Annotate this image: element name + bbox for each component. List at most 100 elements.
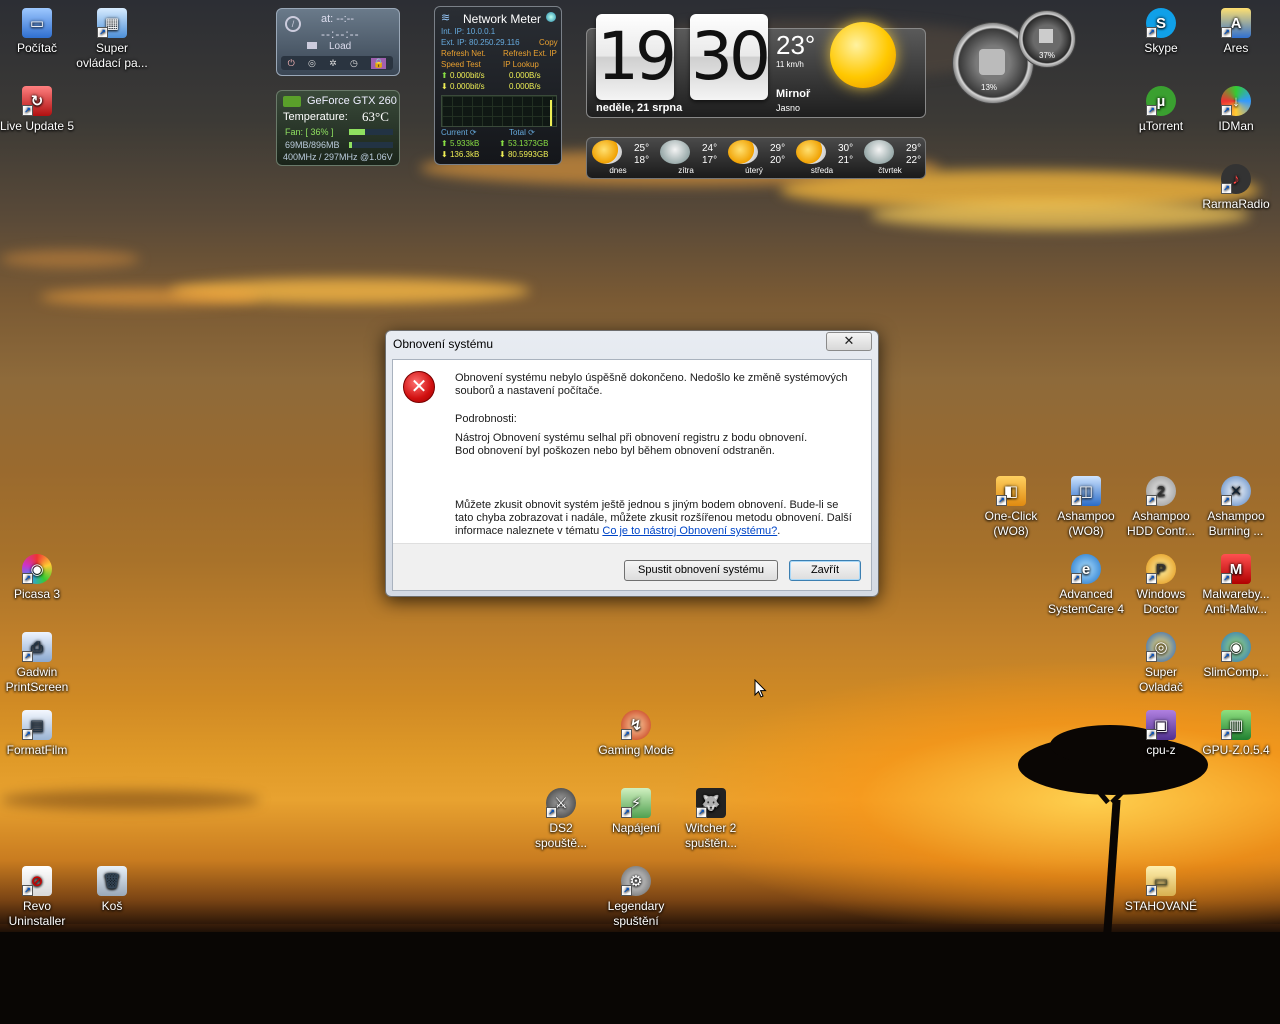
- snooze-icon[interactable]: ✲: [329, 58, 337, 69]
- revo-uninstaller-icon: ⊘ ↗: [22, 866, 52, 896]
- ip-lookup-link[interactable]: IP Lookup: [503, 60, 539, 69]
- mem-bar: [349, 142, 393, 148]
- refresh-net-link[interactable]: Refresh Net.: [441, 49, 486, 58]
- desktop-icon-witcher2[interactable]: 🐺 ↗ Witcher 2 spuštěn...: [672, 788, 750, 851]
- current-down: ⬇ 136.3kB: [441, 150, 480, 159]
- cpuz-icon: ▣ ↗: [1146, 710, 1176, 740]
- icon-label: Windows Doctor: [1136, 587, 1186, 616]
- desktop-icon-slimcomp[interactable]: ◉ ↗ SlimComp...: [1197, 632, 1275, 680]
- desktop-icon-pocitac[interactable]: ▭ Počítač: [0, 8, 76, 56]
- slimcomputer-icon: ◉ ↗: [1221, 632, 1251, 662]
- desktop-icon-picasa[interactable]: ◉ ↗ Picasa 3: [0, 554, 76, 602]
- recycle-bin-icon: 🗑: [97, 866, 127, 896]
- ext-ip: Ext. IP: 80.250.29.116: [441, 38, 520, 47]
- error-icon: ✕: [403, 371, 435, 403]
- dropdown-icon: [307, 42, 317, 49]
- settings-icon[interactable]: ◎: [308, 58, 316, 69]
- icon-label: Napájení: [611, 821, 661, 835]
- clock-icon[interactable]: ◷: [350, 58, 358, 69]
- alarm-time-line: at: --:--: [321, 13, 354, 25]
- forecast-day-label: čtvrtek: [878, 166, 902, 175]
- icon-label: One-Click (WO8): [984, 509, 1038, 538]
- alarm-gadget[interactable]: / at: --:-- --:--:-- Load ⏻ ◎ ✲ ◷ 🔒: [276, 8, 400, 76]
- clock-minute-card: 30: [690, 14, 771, 100]
- mem-bar-fill: [349, 142, 353, 148]
- speed-test-link[interactable]: Speed Test: [441, 60, 481, 69]
- desktop-icon-idman[interactable]: ↓ ↗ IDMan: [1197, 86, 1275, 134]
- desktop-icon-gadwin[interactable]: ⎙ ↗ Gadwin PrintScreen: [0, 632, 76, 695]
- cpu-value: 13%: [981, 83, 998, 92]
- power-icon[interactable]: ⏻: [288, 58, 295, 69]
- desktop-icon-skype[interactable]: S ↗ Skype: [1122, 8, 1200, 56]
- forecast-day-label: úterý: [745, 166, 763, 175]
- clock-hour: 19: [597, 18, 677, 95]
- partly-cloudy-icon: [592, 140, 622, 164]
- hdd-control-icon: 2 ↗: [1146, 476, 1176, 506]
- desktop-icon-legendary[interactable]: ⚙ ↗ Legendary spuštění: [597, 866, 675, 929]
- close-button[interactable]: ✕: [826, 332, 872, 351]
- desktop-icon-ashampoo-hdd[interactable]: 2 ↗ Ashampoo HDD Contr...: [1122, 476, 1200, 539]
- desktop-icon-super-ovladaci[interactable]: ▦ ↗ Super ovládací pa...: [73, 8, 151, 71]
- desktop-icon-ashampoo-wo8[interactable]: ◫ ↗ Ashampoo (WO8): [1047, 476, 1125, 539]
- desktop-icon-ares[interactable]: A ↗ Ares: [1197, 8, 1275, 56]
- control-panel-icon: ▦ ↗: [97, 8, 127, 38]
- weather-temp: 23°: [776, 30, 816, 60]
- forecast-high: 29°: [906, 143, 922, 154]
- icon-label: Revo Uninstaller: [8, 899, 66, 928]
- help-link[interactable]: Co je to nástroj Obnovení systému?: [602, 525, 777, 537]
- burning-studio-icon: ✕ ↗: [1221, 476, 1251, 506]
- desktop-icon-kos[interactable]: 🗑 Koš: [73, 866, 151, 914]
- details-line-2: Bod obnovení byl poškozen nebo byl během…: [455, 445, 775, 457]
- desktop-icon-utorrent[interactable]: µ ↗ µTorrent: [1122, 86, 1200, 134]
- desktop-icon-gaming-mode[interactable]: ↯ ↗ Gaming Mode: [597, 710, 675, 758]
- desktop-icon-ashampoo-burning[interactable]: ✕ ↗ Ashampoo Burning ...: [1197, 476, 1275, 539]
- icon-label: Picasa 3: [13, 587, 61, 601]
- desktop-icon-cpuz[interactable]: ▣ ↗ cpu-z: [1122, 710, 1200, 758]
- desktop-icon-oneclick[interactable]: ◧ ↗ One-Click (WO8): [972, 476, 1050, 539]
- utorrent-icon: µ ↗: [1146, 86, 1176, 116]
- desktop-icon-rarmaradio[interactable]: ♪ ↗ RarmaRadio: [1197, 164, 1275, 212]
- run-restore-button[interactable]: Spustit obnovení systému: [624, 560, 778, 581]
- close-dialog-button[interactable]: Zavřít: [789, 560, 861, 581]
- info-message: Můžete zkusit obnovit systém ještě jedno…: [455, 499, 859, 538]
- cpu-gauge-face: [979, 49, 1005, 75]
- forecast-low: 21°: [838, 155, 854, 166]
- desktop-icon-revo[interactable]: ⊘ ↗ Revo Uninstaller: [0, 866, 76, 929]
- clock-date: neděle, 21 srpna: [596, 102, 683, 114]
- desktop-icon-live-update[interactable]: ↻ ↗ Live Update 5: [0, 86, 76, 134]
- fan-label: Fan: [ 36% ]: [285, 127, 334, 137]
- temp-value: 63°C: [362, 109, 389, 124]
- network-title: Network Meter: [463, 12, 542, 26]
- icon-label: Gadwin PrintScreen: [5, 665, 69, 694]
- icon-label: Gaming Mode: [598, 743, 674, 757]
- desktop-icon-formatfilm[interactable]: ▤ ↗ FormatFilm: [0, 710, 76, 758]
- traffic-graph: [441, 95, 557, 127]
- desktop-icon-super-ovladac[interactable]: ◎ ↗ Super Ovladač: [1122, 632, 1200, 695]
- ds2-icon: ⚔ ↗: [546, 788, 576, 818]
- refresh-ext-link[interactable]: Refresh Ext. IP: [503, 49, 557, 58]
- load-button[interactable]: Load: [307, 41, 377, 52]
- desktop-icon-ds2[interactable]: ⚔ ↗ DS2 spouště...: [522, 788, 600, 851]
- forecast-day: 29° 22° čtvrtek: [862, 138, 928, 176]
- weather-wind: 11 km/h: [776, 60, 804, 69]
- icon-label: Live Update 5: [0, 119, 75, 133]
- mem-label: 69MB/896MB: [285, 140, 340, 150]
- gpu-gadget: GeForce GTX 260 Temperature: 63°C Fan: […: [276, 90, 400, 166]
- desktop-icon-napajeni[interactable]: ⚡ ↗ Napájení: [597, 788, 675, 836]
- icon-label: Ares: [1223, 41, 1249, 55]
- lock-icon[interactable]: 🔒: [371, 57, 387, 69]
- desktop-icon-windows-doctor[interactable]: P ↗ Windows Doctor: [1122, 554, 1200, 617]
- ram-value: 37%: [1039, 51, 1056, 60]
- info-period: .: [777, 525, 781, 537]
- desktop-icon-advanced-systemcare[interactable]: e ↗ Advanced SystemCare 4: [1047, 554, 1125, 617]
- fan-bar: [349, 129, 393, 135]
- desktop-icon-gpuz[interactable]: ▥ ↗ GPU-Z.0.5.4: [1197, 710, 1275, 758]
- icon-label: Počítač: [16, 41, 58, 55]
- system-restore-dialog: Obnovení systému ✕ ✕ Obnovení systému ne…: [385, 330, 879, 597]
- witcher-wolf-icon: 🐺 ↗: [696, 788, 726, 818]
- copy-link[interactable]: Copy: [539, 38, 558, 47]
- icon-label: Legendary spuštění: [607, 899, 665, 928]
- systemcare-icon: e ↗: [1071, 554, 1101, 584]
- desktop-icon-malwarebytes[interactable]: M ↗ Malwareby... Anti-Malw...: [1197, 554, 1275, 617]
- desktop-icon-stahovane[interactable]: ▭ ↗ STAHOVANÉ: [1122, 866, 1200, 914]
